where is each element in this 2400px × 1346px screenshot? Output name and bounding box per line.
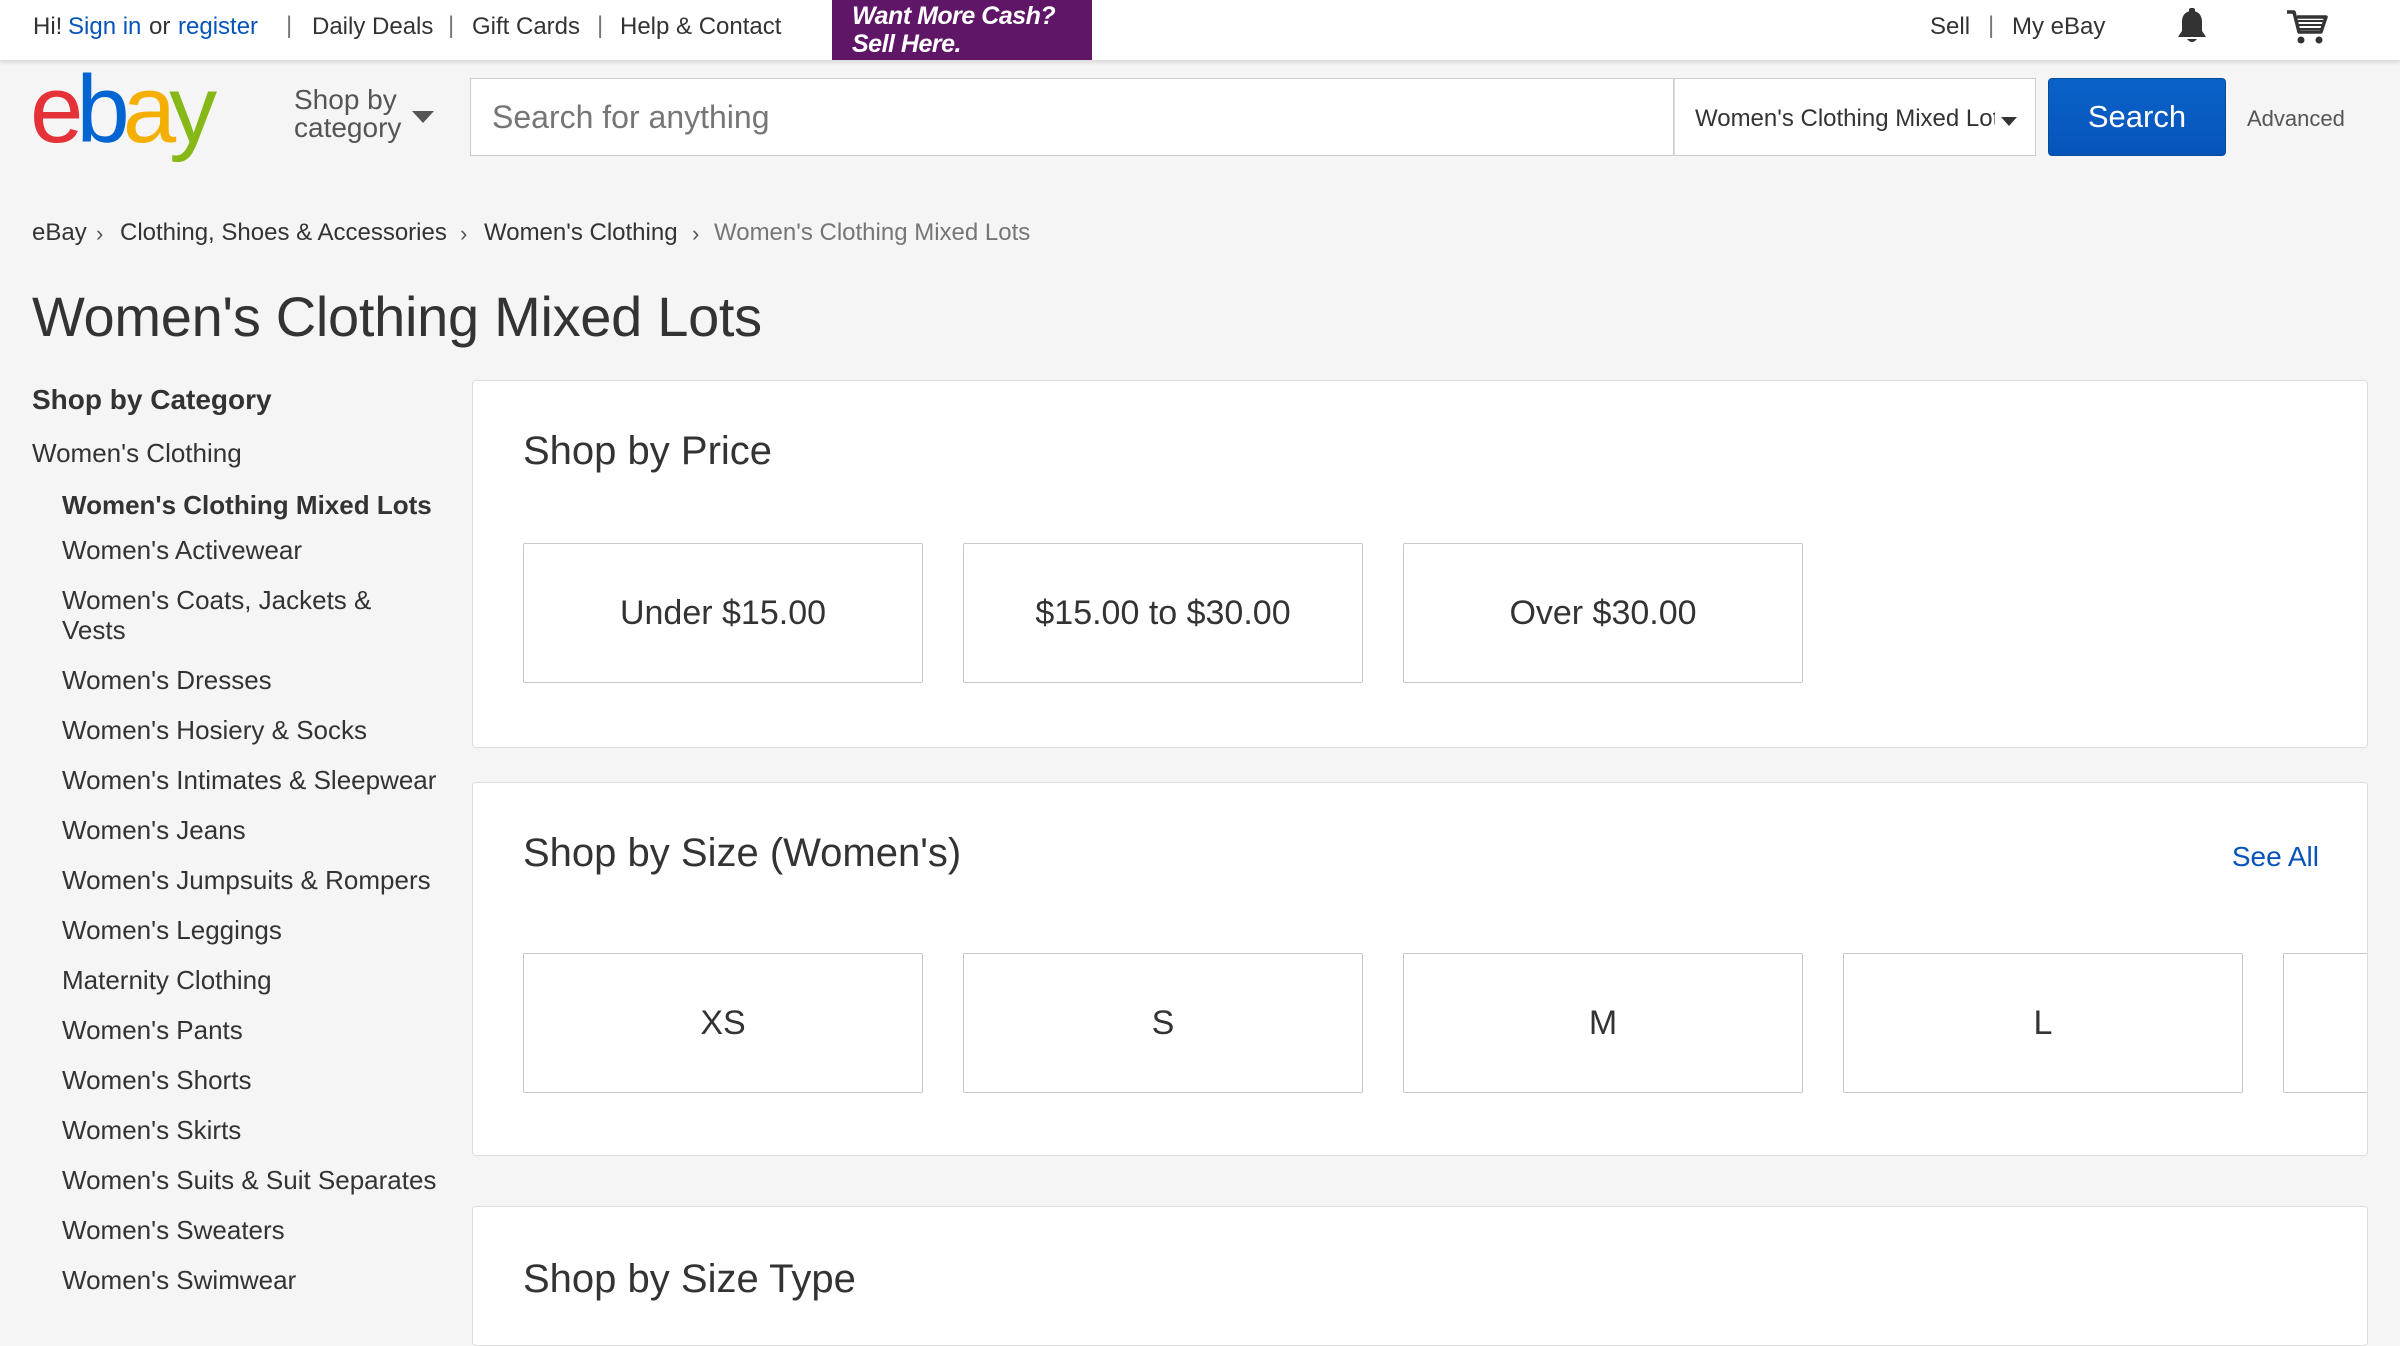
- sign-in-link[interactable]: Sign in: [68, 13, 141, 41]
- advanced-search-link[interactable]: Advanced: [2247, 106, 2345, 132]
- sidebar-item-pants[interactable]: Women's Pants: [62, 1015, 462, 1045]
- svg-text:ebay: ebay: [30, 66, 217, 163]
- bell-icon[interactable]: [2176, 8, 2208, 53]
- sidebar-item-shorts[interactable]: Women's Shorts: [62, 1065, 462, 1095]
- sidebar-item-mixed-lots[interactable]: Women's Clothing Mixed Lots: [62, 490, 462, 520]
- sidebar-item-suits[interactable]: Women's Suits & Suit Separates: [62, 1165, 462, 1195]
- price-tile-under-15[interactable]: Under $15.00: [523, 543, 923, 683]
- promo-line2: Sell Here.: [852, 30, 961, 58]
- chevron-right-icon: ›: [692, 221, 700, 246]
- cart-icon[interactable]: [2286, 8, 2328, 53]
- my-ebay-link[interactable]: My eBay: [2012, 13, 2105, 41]
- shop-by-line1: Shop by: [294, 84, 397, 115]
- sidebar-item-dresses[interactable]: Women's Dresses: [62, 665, 462, 695]
- chevron-right-icon: ›: [460, 221, 468, 246]
- sidebar-item-swimwear[interactable]: Women's Swimwear: [62, 1265, 462, 1295]
- category-select[interactable]: Women's Clothing Mixed Lots: [1674, 78, 2036, 156]
- see-all-link[interactable]: See All: [2232, 841, 2319, 873]
- divider: |: [597, 12, 604, 39]
- price-tile-over-30[interactable]: Over $30.00: [1403, 543, 1803, 683]
- sidebar-item-jumpsuits[interactable]: Women's Jumpsuits & Rompers: [62, 865, 462, 895]
- breadcrumb-current: Women's Clothing Mixed Lots: [714, 219, 1031, 246]
- search-bar: [470, 78, 1674, 156]
- sidebar-item-skirts[interactable]: Women's Skirts: [62, 1115, 462, 1145]
- promo-line1: Want More Cash?: [852, 2, 1056, 30]
- sidebar-item-sweaters[interactable]: Women's Sweaters: [62, 1215, 462, 1245]
- size-tile-xs[interactable]: XS: [523, 953, 923, 1093]
- size-tile-l[interactable]: L: [1843, 953, 2243, 1093]
- chevron-down-icon: [2001, 113, 2017, 131]
- panel-title-size: Shop by Size (Women's): [523, 831, 962, 875]
- breadcrumb-clothing-shoes[interactable]: Clothing, Shoes & Accessories: [120, 219, 447, 247]
- ebay-logo[interactable]: ebay: [30, 56, 270, 166]
- sidebar-item-hosiery[interactable]: Women's Hosiery & Socks: [62, 715, 462, 745]
- daily-deals-link[interactable]: Daily Deals: [312, 13, 433, 41]
- shop-by-size-panel: Shop by Size (Women's) See All XS S M L: [472, 782, 2368, 1156]
- chevron-down-icon: [412, 110, 434, 128]
- help-contact-link[interactable]: Help & Contact: [620, 13, 781, 41]
- gift-cards-link[interactable]: Gift Cards: [472, 13, 580, 41]
- shop-by-size-type-panel: Shop by Size Type: [472, 1206, 2368, 1346]
- or-text: or: [149, 13, 171, 40]
- sidebar-parent-womens-clothing[interactable]: Women's Clothing: [32, 438, 242, 469]
- shop-by-line2: category: [294, 112, 402, 143]
- price-tile-15-to-30[interactable]: $15.00 to $30.00: [963, 543, 1363, 683]
- size-tile-m[interactable]: M: [1403, 953, 1803, 1093]
- register-link[interactable]: register: [178, 13, 258, 41]
- top-nav-bar: Hi! Sign in or register | Daily Deals | …: [0, 0, 2400, 61]
- divider: |: [448, 12, 455, 39]
- sidebar-heading: Shop by Category: [32, 384, 272, 415]
- sidebar-item-leggings[interactable]: Women's Leggings: [62, 915, 462, 945]
- divider: |: [286, 12, 293, 39]
- search-button[interactable]: Search: [2048, 78, 2226, 156]
- shop-by-category-dropdown[interactable]: Shop by category: [294, 86, 401, 142]
- page-title: Women's Clothing Mixed Lots: [32, 285, 762, 348]
- divider: |: [1988, 12, 1995, 39]
- breadcrumb-womens-clothing[interactable]: Women's Clothing: [484, 219, 678, 247]
- sidebar-item-jeans[interactable]: Women's Jeans: [62, 815, 462, 845]
- sell-link[interactable]: Sell: [1930, 13, 1970, 41]
- sidebar-item-coats[interactable]: Women's Coats, Jackets & Vests: [62, 585, 422, 645]
- greeting-text: Hi!: [33, 13, 63, 40]
- panel-title-price: Shop by Price: [523, 429, 773, 473]
- search-input[interactable]: [472, 80, 1672, 154]
- sidebar-item-maternity[interactable]: Maternity Clothing: [62, 965, 462, 995]
- sidebar-item-activewear[interactable]: Women's Activewear: [62, 535, 462, 565]
- category-select-value: Women's Clothing Mixed Lots: [1695, 105, 1995, 132]
- sell-promo-banner[interactable]: Want More Cash? Sell Here.: [832, 0, 1092, 60]
- chevron-right-icon: ›: [96, 221, 104, 246]
- breadcrumb-ebay[interactable]: eBay: [32, 219, 87, 247]
- size-tile-partial[interactable]: [2283, 953, 2367, 1093]
- shop-by-price-panel: Shop by Price Under $15.00 $15.00 to $30…: [472, 380, 2368, 748]
- size-tile-s[interactable]: S: [963, 953, 1363, 1093]
- panel-title-size-type: Shop by Size Type: [523, 1257, 856, 1301]
- sidebar-item-intimates[interactable]: Women's Intimates & Sleepwear: [62, 765, 462, 795]
